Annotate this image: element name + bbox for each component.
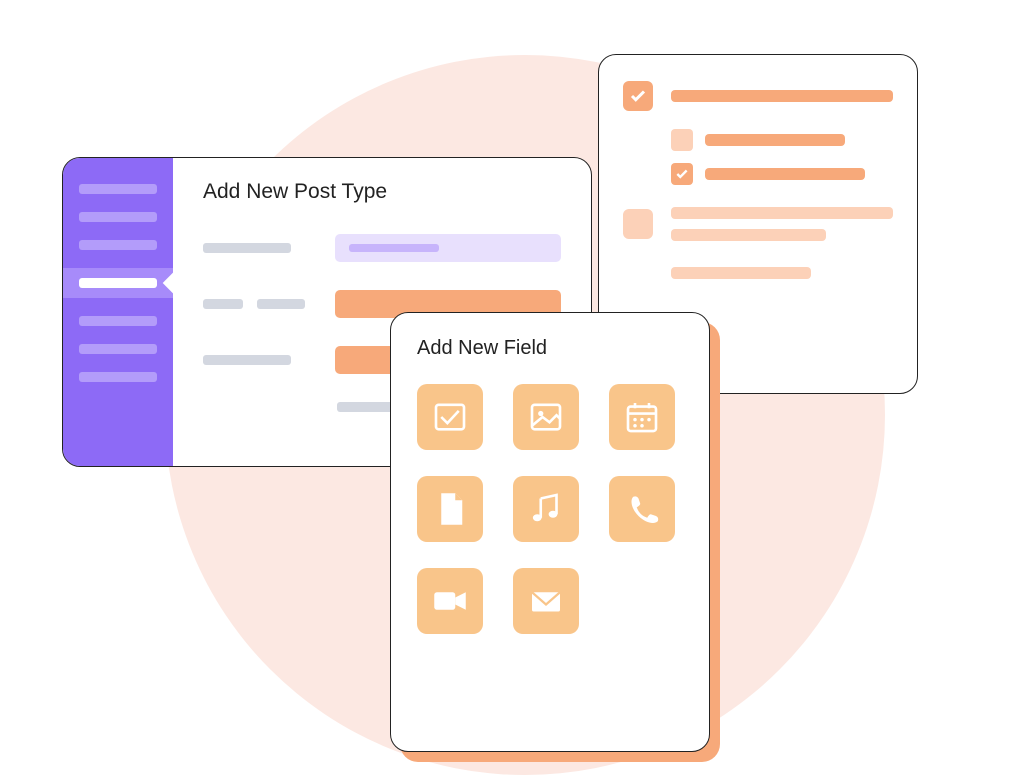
placeholder-bar [671,90,893,102]
form-label [203,355,313,365]
field-type-phone[interactable] [609,476,675,542]
sidebar-item-active[interactable] [63,268,173,298]
field-type-date[interactable] [609,384,675,450]
field-type-file[interactable] [417,476,483,542]
music-icon [525,488,567,530]
image-icon [525,396,567,438]
checklist-item[interactable] [671,129,893,151]
checkbox-unchecked-icon[interactable] [671,129,693,151]
field-type-checkbox[interactable] [417,384,483,450]
video-icon [429,580,471,622]
checklist-item[interactable] [671,163,893,185]
calendar-icon [621,396,663,438]
sidebar-item[interactable] [79,372,157,382]
checkbox-checked-icon[interactable] [623,81,653,111]
checkbox-checked-icon[interactable] [671,163,693,185]
post-type-title: Add New Post Type [203,180,561,204]
form-label [203,243,313,253]
file-icon [429,488,471,530]
sidebar-item[interactable] [79,212,157,222]
form-label [203,299,313,309]
sidebar-item[interactable] [79,316,157,326]
field-type-video[interactable] [417,568,483,634]
field-type-grid [417,384,683,634]
sidebar-item[interactable] [79,240,157,250]
field-type-audio[interactable] [513,476,579,542]
sidebar [63,158,173,466]
checklist-item [623,267,893,279]
email-icon [525,580,567,622]
checkbox-icon [429,396,471,438]
field-card-title: Add New Field [417,337,683,360]
placeholder-bar [705,134,845,146]
field-type-email[interactable] [513,568,579,634]
sidebar-item[interactable] [79,344,157,354]
placeholder-bar [705,168,865,180]
checkbox-unchecked-icon[interactable] [623,209,653,239]
sidebar-item[interactable] [79,184,157,194]
placeholder-bar [671,229,826,241]
checklist-item[interactable] [623,207,893,241]
field-card: Add New Field [390,312,710,752]
field-type-image[interactable] [513,384,579,450]
checklist-subitems [623,129,893,185]
phone-icon [621,488,663,530]
placeholder-bar [671,207,893,219]
text-input[interactable] [335,234,561,262]
placeholder-bar [671,267,811,279]
checklist-item[interactable] [623,81,893,111]
form-row [203,234,561,262]
text-input[interactable] [335,346,395,374]
